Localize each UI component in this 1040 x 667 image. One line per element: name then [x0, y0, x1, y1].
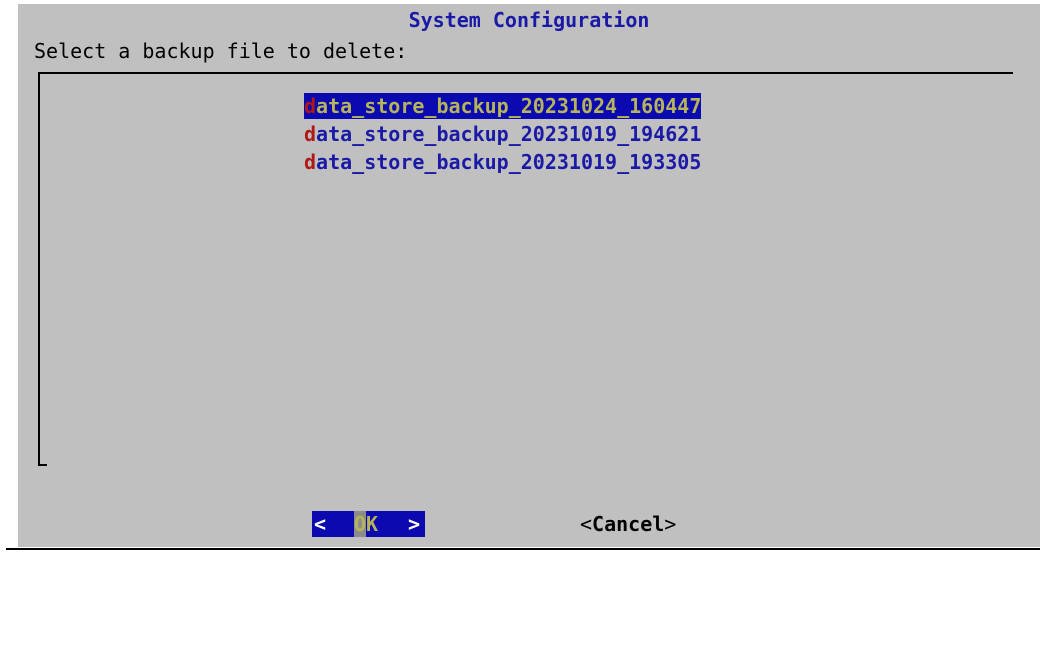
list-item-hotkey: d	[304, 150, 317, 174]
ok-button-label: OK	[354, 512, 379, 536]
list-item-backup-2[interactable]: data_store_backup_20231019_194621	[304, 120, 701, 148]
ok-button-left-bracket: <	[314, 512, 327, 536]
list-item-backup-3[interactable]: data_store_backup_20231019_193305	[304, 148, 701, 176]
cancel-button[interactable]: <Cancel>	[580, 511, 676, 537]
ok-button[interactable]: < OK >	[312, 511, 425, 537]
list-item-label: ata_store_backup_20231024_160447	[316, 94, 702, 118]
list-item-backup-1[interactable]: data_store_backup_20231024_160447	[304, 92, 702, 120]
backup-file-list: data_store_backup_20231024_160447 data_s…	[38, 72, 1013, 466]
ok-button-right-bracket: >	[408, 512, 421, 536]
list-item-hotkey: d	[304, 94, 317, 118]
dialog-prompt: Select a backup file to delete:	[34, 39, 408, 63]
list-bottom-corner	[38, 464, 47, 466]
list-item-label: ata_store_backup_20231019_193305	[316, 150, 702, 174]
list-top-border	[38, 72, 1013, 74]
dialog: System Configuration Select a backup fil…	[18, 4, 1040, 547]
list-item-label: ata_store_backup_20231019_194621	[316, 122, 702, 146]
cancel-button-close: >	[664, 512, 677, 536]
dialog-title: System Configuration	[408, 8, 650, 32]
list-left-border	[38, 72, 40, 466]
cancel-button-label: Cancel	[592, 512, 665, 536]
dialog-bottom-border	[6, 548, 1040, 550]
button-row: < OK > <Cancel>	[18, 511, 1040, 539]
list-item-hotkey: d	[304, 122, 317, 146]
cancel-button-open: <	[580, 512, 593, 536]
